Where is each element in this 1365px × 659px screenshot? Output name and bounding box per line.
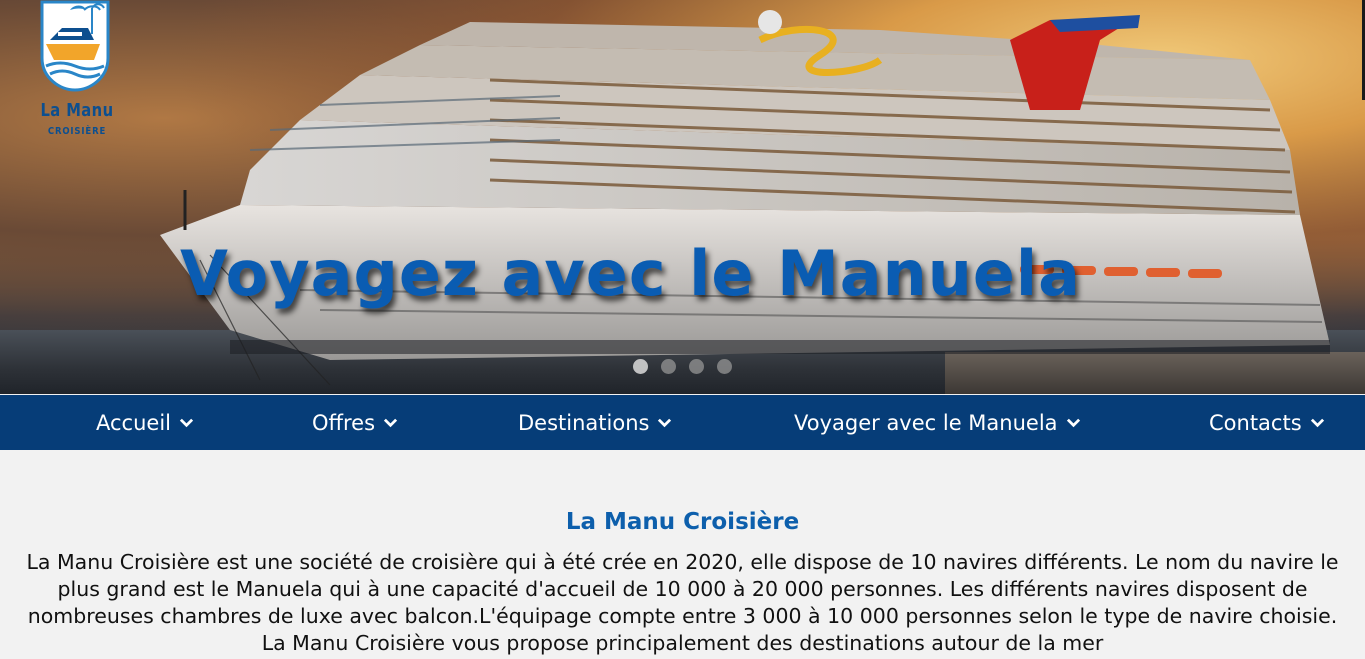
chevron-down-icon [179,418,194,428]
chevron-down-icon [1310,418,1324,428]
nav-item-accueil[interactable]: Accueil [96,395,194,450]
chevron-down-icon [658,418,672,428]
nav-item-contacts[interactable]: Contacts [1209,395,1325,450]
intro-paragraph: La Manu Croisière est une société de cro… [26,550,1339,655]
carousel-dot-4[interactable] [717,359,732,374]
nav-item-voyager[interactable]: Voyager avec le Manuela [794,395,1081,450]
nav-item-label: Accueil [96,410,171,435]
nav-item-label: Destinations [518,410,650,435]
nav-item-label: Contacts [1209,410,1302,435]
chevron-down-icon [1066,418,1080,428]
carousel-dot-1[interactable] [633,359,648,374]
brand-subtitle: CROISIÈRE [47,126,107,137]
hero-title: Voyagez avec le Manuela [180,237,1082,310]
carousel-dot-2[interactable] [661,359,676,374]
carousel-dot-3[interactable] [689,359,704,374]
brand-logo[interactable]: La Manu CROISIÈRE [32,0,122,145]
cruise-ship-logo-icon [40,0,110,92]
brand-name: La Manu [40,100,114,121]
section-title: La Manu Croisière [565,509,800,535]
nav-item-offres[interactable]: Offres [312,395,398,450]
nav-item-label: Offres [312,410,376,435]
nav-item-destinations[interactable]: Destinations [518,395,672,450]
hero-carousel: La Manu CROISIÈRE Voyagez avec le Manuel… [0,0,1365,394]
main-navigation: Accueil Offres Destinations Voyager avec… [0,395,1365,450]
chevron-down-icon [383,418,398,428]
cruise-ship-image [160,10,1330,386]
nav-item-label: Voyager avec le Manuela [794,410,1058,435]
carousel-indicators [633,359,732,374]
